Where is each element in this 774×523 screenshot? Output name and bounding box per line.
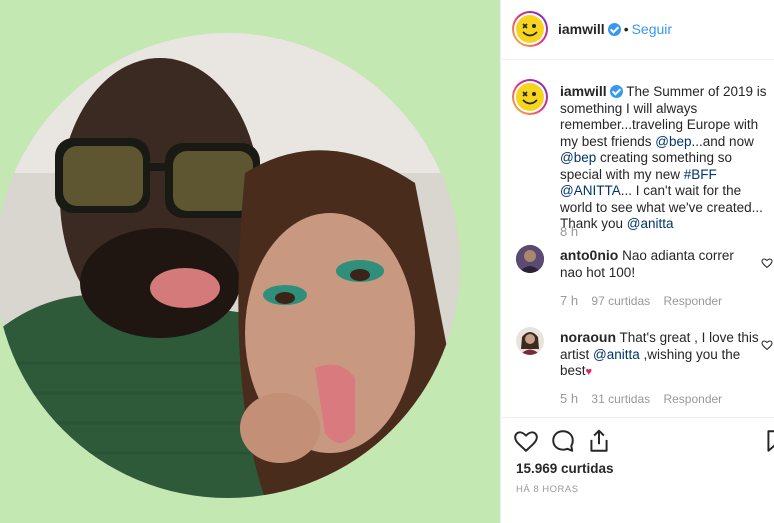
comment-username[interactable]: noraoun xyxy=(560,329,616,345)
smiley-icon xyxy=(516,83,544,111)
reply-button[interactable]: Responder xyxy=(663,392,722,406)
verified-badge-icon xyxy=(609,85,623,98)
caption-text: ...and now xyxy=(691,133,754,149)
mention-anitta[interactable]: @anitta xyxy=(627,216,674,231)
small-heart-icon[interactable] xyxy=(761,339,773,351)
caption-username[interactable]: iamwill xyxy=(560,83,607,99)
share-icon[interactable] xyxy=(586,428,612,454)
small-heart-icon[interactable] xyxy=(761,257,773,269)
mention-bep[interactable]: @bep xyxy=(655,134,691,149)
header-separator: • xyxy=(623,21,629,37)
heart-icon[interactable] xyxy=(513,428,539,454)
caption-avatar[interactable] xyxy=(512,79,548,115)
post-timestamp[interactable]: HÁ 8 HORAS xyxy=(516,484,579,495)
post-media[interactable] xyxy=(0,0,500,523)
comment-icon[interactable] xyxy=(550,428,576,454)
comment-avatar[interactable] xyxy=(516,327,544,355)
comment-meta: 5 h 31 curtidas Responder xyxy=(560,391,732,406)
post-sidebar: iamwill • Seguir iamwill The Summer of 2… xyxy=(500,0,774,523)
mention-bep[interactable]: @bep xyxy=(560,150,596,165)
photo-illustration xyxy=(0,33,460,498)
heart-emoji-icon: ♥ xyxy=(585,366,593,378)
post-caption: iamwill The Summer of 2019 is something … xyxy=(560,83,774,233)
caption-time[interactable]: 8 h xyxy=(560,224,578,239)
comment-likes[interactable]: 31 curtidas xyxy=(591,392,650,406)
likes-count[interactable]: 15.969 curtidas xyxy=(516,461,614,476)
author-avatar[interactable] xyxy=(512,11,548,47)
comment-body: anto0nio Nao adianta correr nao hot 100! xyxy=(560,247,760,281)
hashtag-bff[interactable]: #BFF xyxy=(684,167,717,182)
comment-likes[interactable]: 97 curtidas xyxy=(591,294,650,308)
instagram-post-view: iamwill • Seguir iamwill The Summer of 2… xyxy=(0,0,774,523)
post-actions: 15.969 curtidas HÁ 8 HORAS xyxy=(501,417,774,523)
comment-meta: 7 h 97 curtidas Responder xyxy=(560,293,732,308)
post-header: iamwill • Seguir xyxy=(501,0,774,60)
header-user-row: iamwill • Seguir xyxy=(558,21,672,39)
reply-button[interactable]: Responder xyxy=(663,294,722,308)
follow-button[interactable]: Seguir xyxy=(632,21,672,37)
comment-body: noraoun That's great , I love this artis… xyxy=(560,329,760,381)
author-username[interactable]: iamwill xyxy=(558,21,605,37)
comment-avatar[interactable] xyxy=(516,245,544,273)
smiley-icon xyxy=(516,15,544,43)
verified-badge-icon xyxy=(607,23,621,36)
mention-anitta[interactable]: @ANITTA xyxy=(560,183,621,198)
post-photo xyxy=(0,33,460,498)
comment-time[interactable]: 7 h xyxy=(560,293,578,308)
comment-username[interactable]: anto0nio xyxy=(560,247,618,263)
bookmark-icon[interactable] xyxy=(763,428,774,454)
comment-time[interactable]: 5 h xyxy=(560,391,578,406)
comments-area[interactable]: iamwill The Summer of 2019 is something … xyxy=(501,61,774,417)
mention-anitta[interactable]: @anitta xyxy=(593,347,640,362)
